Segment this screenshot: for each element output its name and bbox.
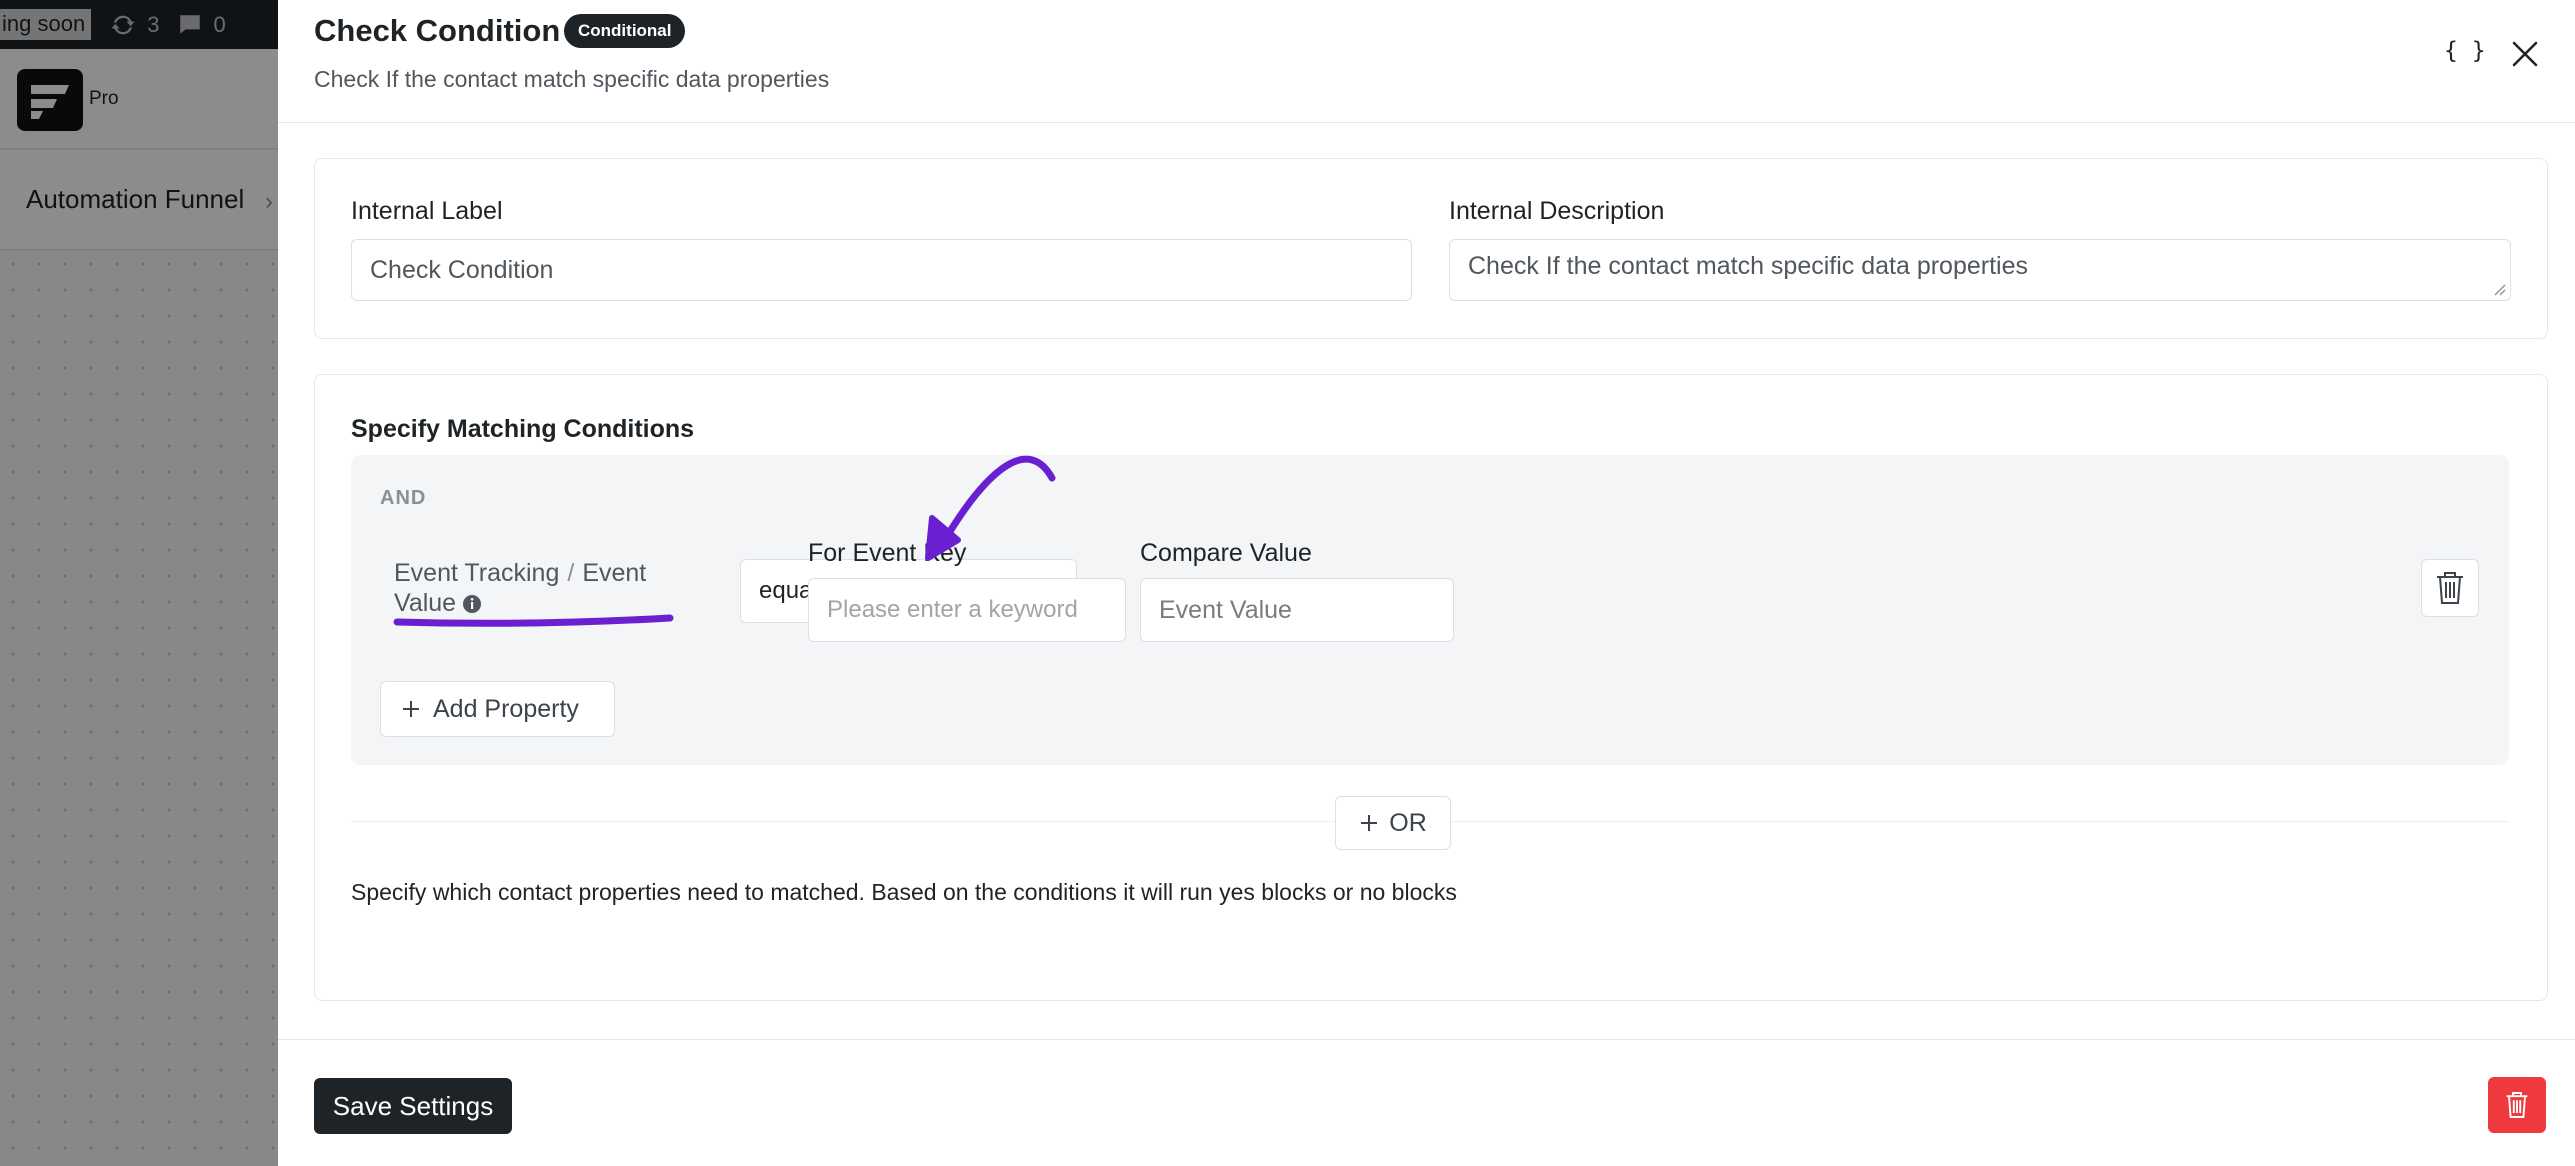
condition-group: AND Event Tracking / Event Value equal For… — [351, 455, 2509, 765]
add-property-button[interactable]: Add Property — [380, 681, 615, 737]
internal-description-title: Internal Description — [1449, 197, 1665, 225]
info-icon[interactable] — [462, 594, 482, 614]
type-badge: Conditional — [564, 14, 686, 48]
conditions-card: Specify Matching Conditions AND Event Tr… — [314, 374, 2548, 1001]
internal-label-value: Check Condition — [370, 255, 554, 284]
internal-description-value: Check If the contact match specific data… — [1468, 252, 2028, 280]
delete-block-button[interactable] — [2488, 1077, 2546, 1133]
compare-value-placeholder: Event Value — [1159, 595, 1292, 624]
internal-description-textarea[interactable]: Check If the contact match specific data… — [1449, 239, 2511, 301]
remove-rule-button[interactable] — [2421, 559, 2479, 617]
resize-grip-icon[interactable] — [2492, 282, 2506, 296]
add-or-group-button[interactable]: OR — [1335, 796, 1451, 850]
drawer-subtitle: Check If the contact match specific data… — [314, 66, 830, 92]
close-icon[interactable] — [2509, 38, 2541, 70]
property-group: Event Tracking — [394, 559, 560, 587]
trash-icon — [2506, 1092, 2528, 1118]
settings-drawer: Check Condition Conditional Check If the… — [278, 0, 2575, 1166]
event-key-input[interactable]: Please enter a keyword — [808, 578, 1126, 642]
meta-card: Internal Label Check Condition Internal … — [314, 158, 2548, 339]
code-view-button[interactable]: { } — [2444, 38, 2486, 64]
internal-label-input[interactable]: Check Condition — [351, 239, 1412, 301]
property-path[interactable]: Event Tracking / Event Value — [394, 558, 694, 618]
drawer-title: Check Condition — [314, 13, 561, 48]
conditions-help-text: Specify which contact properties need to… — [351, 879, 1457, 905]
or-label: OR — [1389, 808, 1427, 837]
compare-value-label: Compare Value — [1140, 539, 1312, 567]
trash-icon — [2437, 572, 2463, 604]
plus-icon — [403, 701, 419, 717]
internal-label-title: Internal Label — [351, 197, 503, 225]
plus-icon — [1361, 815, 1378, 831]
drawer-footer: Save Settings — [278, 1039, 2575, 1166]
drawer-header: Check Condition Conditional Check If the… — [278, 0, 2575, 123]
event-key-placeholder: Please enter a keyword — [827, 596, 1078, 623]
add-property-label: Add Property — [433, 694, 579, 723]
event-key-label: For Event Key — [808, 539, 967, 567]
group-operator-label: AND — [380, 487, 427, 509]
compare-value-input[interactable]: Event Value — [1140, 578, 1454, 642]
save-settings-button[interactable]: Save Settings — [314, 1078, 512, 1134]
property-separator: / — [567, 559, 575, 587]
conditions-title: Specify Matching Conditions — [351, 415, 695, 443]
